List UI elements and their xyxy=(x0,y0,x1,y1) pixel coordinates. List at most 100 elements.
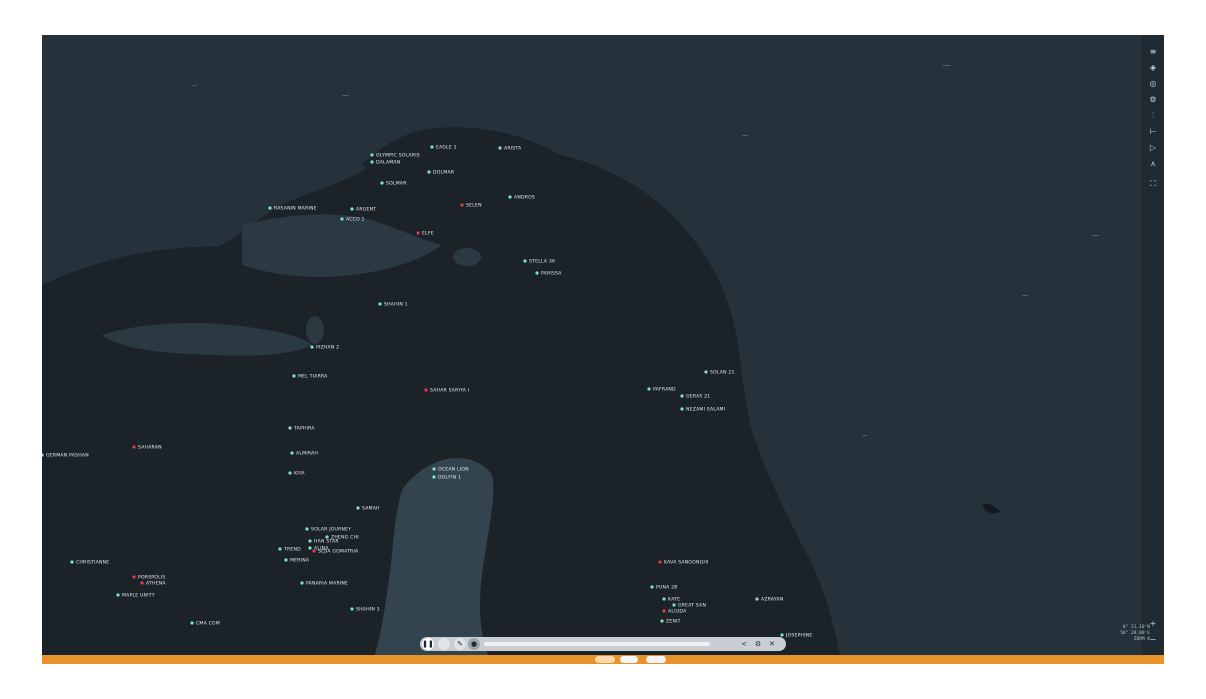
vessel-label[interactable]: PANARIA MARINE xyxy=(306,581,348,587)
vessel-marker[interactable] xyxy=(658,560,662,564)
vessel-label[interactable]: ALGIDA xyxy=(668,609,687,615)
vessel-label[interactable]: SOLAN 21 xyxy=(710,370,735,376)
vessel-marker[interactable] xyxy=(340,217,344,221)
vessel-marker[interactable] xyxy=(680,394,684,398)
vessel-label[interactable]: OLYMPIC SOLARIS xyxy=(376,153,420,159)
vessel-label[interactable]: MEL TIARRA xyxy=(298,374,328,380)
vessel-marker[interactable] xyxy=(284,558,288,562)
fullscreen-icon[interactable]: ⛶ xyxy=(1142,177,1164,191)
vessel-marker[interactable] xyxy=(755,597,759,601)
vessel-label[interactable]: SAHAR SARIYA I xyxy=(430,388,469,394)
vessel-label[interactable]: ZENIT xyxy=(666,619,681,625)
vessel-marker[interactable] xyxy=(190,621,194,625)
vessel-label[interactable]: MAPLE UNITY xyxy=(122,593,155,599)
vessel-label[interactable]: ALMIRAH xyxy=(296,451,318,457)
vessel-label[interactable]: RASANIN MARINE xyxy=(274,206,317,212)
vessel-label[interactable]: KATE xyxy=(668,597,680,603)
vessel-label[interactable]: PORSPOLIS xyxy=(138,575,166,581)
vessel-label[interactable]: ANDROS xyxy=(514,195,535,201)
vessel-marker[interactable] xyxy=(424,388,428,392)
vessel-label[interactable]: PAFRAND xyxy=(653,387,676,393)
vessel-marker[interactable] xyxy=(140,581,144,585)
vessel-marker[interactable] xyxy=(427,170,431,174)
vessel-marker[interactable] xyxy=(308,539,312,543)
share-icon[interactable]: < xyxy=(738,638,750,650)
play-icon[interactable]: ▷ xyxy=(1142,141,1164,155)
vessel-label[interactable]: CMA CGM xyxy=(196,621,220,627)
vessel-marker[interactable] xyxy=(268,206,272,210)
vessel-label[interactable]: ATHENA xyxy=(146,581,166,587)
vessel-label[interactable]: ARISTA xyxy=(504,146,522,152)
vessel-label[interactable]: DOLFIN 1 xyxy=(438,475,461,481)
vessel-marker[interactable] xyxy=(432,475,436,479)
vessel-label[interactable]: PUNA 2B xyxy=(656,585,678,591)
vessel-marker[interactable] xyxy=(432,467,436,471)
vessel-marker[interactable] xyxy=(680,407,684,411)
vessel-label[interactable]: OCEAN LION xyxy=(438,467,469,473)
timeline-slider[interactable] xyxy=(484,642,710,646)
vessel-label[interactable]: ELFE xyxy=(422,231,434,237)
vessel-label[interactable]: HAN STAR xyxy=(314,539,339,545)
vessel-label[interactable]: NEZAMI SALAMI xyxy=(686,407,725,413)
vessel-label[interactable]: TAPHIRA xyxy=(293,426,315,432)
strip-pill-2[interactable] xyxy=(620,656,638,663)
vessel-marker[interactable] xyxy=(647,387,651,391)
filter-icon[interactable]: ⫶ xyxy=(1142,109,1164,123)
vessel-marker[interactable] xyxy=(498,146,502,150)
vessel-label[interactable]: TREND xyxy=(283,547,301,553)
vessel-marker[interactable] xyxy=(370,160,374,164)
vessel-label[interactable]: DALAMAN xyxy=(376,160,400,166)
vessel-marker[interactable] xyxy=(132,445,136,449)
vessel-label[interactable]: SELEN xyxy=(466,203,482,209)
vessel-marker[interactable] xyxy=(278,547,282,551)
vessel-marker[interactable] xyxy=(116,593,120,597)
map-viewport[interactable]: EAGLE 1 ARISTA OLYMPIC SOLARIS DALAMAN SOLMA… xyxy=(42,35,1164,664)
vessel-marker[interactable] xyxy=(300,581,304,585)
vessel-marker[interactable] xyxy=(356,506,360,510)
strip-pill-3[interactable] xyxy=(646,656,666,663)
vessel-label[interactable]: GERAS 21 xyxy=(686,394,710,400)
vessel-label[interactable]: SAHARAN xyxy=(138,445,162,451)
vessel-marker[interactable] xyxy=(292,374,296,378)
vessel-marker[interactable] xyxy=(672,603,676,607)
vessel-marker[interactable] xyxy=(325,535,329,539)
vessel-label[interactable]: PIZHAN 2 xyxy=(316,345,339,351)
vessel-label[interactable]: SEJIA GOMATRIA xyxy=(318,549,359,555)
vessel-marker[interactable] xyxy=(460,203,464,207)
vessel-label[interactable]: SHAHIN 3 xyxy=(356,607,380,613)
pause-button[interactable]: ❚❚ xyxy=(422,638,434,650)
vessel-marker[interactable] xyxy=(416,231,420,235)
vessel-marker[interactable] xyxy=(310,345,314,349)
speed-button[interactable] xyxy=(438,638,450,650)
vessel-marker[interactable] xyxy=(288,426,292,430)
person-icon[interactable]: ⋏ xyxy=(1142,157,1164,171)
vessel-label[interactable]: PARISSA xyxy=(541,271,562,277)
vessel-marker[interactable] xyxy=(662,597,666,601)
vessel-label[interactable]: STELLA 36 xyxy=(529,259,555,265)
vessel-marker[interactable] xyxy=(350,207,354,211)
vessel-marker[interactable] xyxy=(704,370,708,374)
vessel-label[interactable]: EAGLE 1 xyxy=(436,145,457,151)
vessel-marker[interactable] xyxy=(780,633,784,637)
settings-icon[interactable]: ⚙ xyxy=(752,638,764,650)
close-icon[interactable]: ✕ xyxy=(766,638,778,650)
vessel-marker[interactable] xyxy=(132,575,136,579)
location-icon[interactable]: ◎ xyxy=(1142,77,1164,91)
vessel-label[interactable]: AZRAYAN xyxy=(761,597,784,603)
vessel-marker[interactable] xyxy=(650,585,654,589)
vessel-label[interactable]: KIYA xyxy=(294,471,305,477)
vessel-label[interactable]: DOLMAR xyxy=(433,170,455,176)
strip-pill-1[interactable] xyxy=(595,656,615,663)
vessel-marker[interactable] xyxy=(380,181,384,185)
vessel-label[interactable]: ACCO 1 xyxy=(346,217,365,223)
vessel-label[interactable]: GERMAN PASHAN xyxy=(46,453,89,459)
vessel-marker[interactable] xyxy=(660,619,664,623)
vessel-marker[interactable] xyxy=(350,607,354,611)
vessel-label[interactable]: MERINA xyxy=(290,558,310,564)
vessel-label[interactable]: SOLAR JOURNEY xyxy=(311,527,351,533)
menu-icon[interactable]: ≡ xyxy=(1142,45,1164,59)
vessel-marker[interactable] xyxy=(378,302,382,306)
vessel-marker[interactable] xyxy=(430,145,434,149)
map-canvas[interactable]: EAGLE 1 ARISTA OLYMPIC SOLARISDALAMAN SOLMA… xyxy=(42,35,1164,664)
vessel-label[interactable]: CHRISTIANNE xyxy=(76,560,109,566)
